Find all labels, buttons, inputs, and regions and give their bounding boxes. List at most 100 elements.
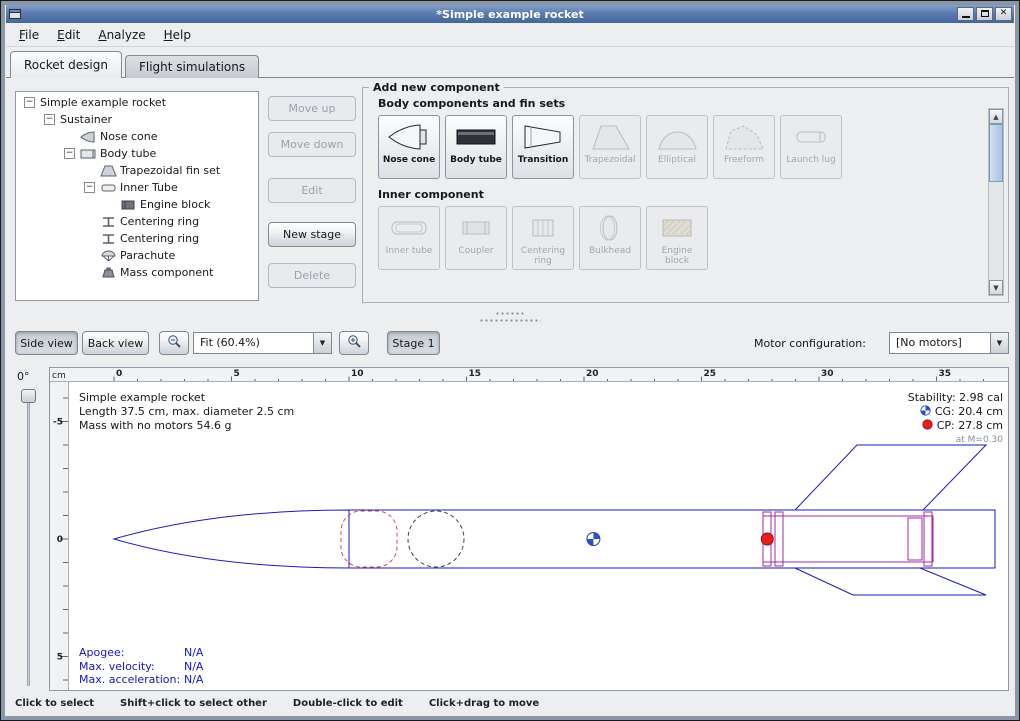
tree-item-label: Trapezoidal fin set <box>120 164 220 177</box>
cg-icon <box>920 405 931 420</box>
tree-item-label: Inner Tube <box>120 181 178 194</box>
menubar: FileEditAnalyzeHelp <box>6 23 1014 47</box>
tree-item-trapezoidal-fin-set[interactable]: Trapezoidal fin set <box>16 162 258 179</box>
scroll-down-button[interactable]: ▼ <box>989 280 1003 295</box>
button-label: Move up <box>289 102 336 115</box>
tree-item-parachute[interactable]: Parachute <box>16 247 258 264</box>
tree-item-sustainer[interactable]: −Sustainer <box>16 111 258 128</box>
tree-expander-icon[interactable]: − <box>44 114 55 125</box>
flight-stat-row: Apogee:N/A <box>79 646 203 660</box>
tree-expander-icon[interactable]: − <box>24 97 35 108</box>
window-menu-icon[interactable] <box>9 9 21 19</box>
palette-button-label: Launch lug <box>784 155 837 165</box>
splitter-handle[interactable] <box>6 307 1014 327</box>
motor-configuration-select[interactable]: [No motors] ▼ <box>889 332 1009 354</box>
palette-button-trapezoidal: Trapezoidal <box>579 115 641 179</box>
parachute-icon <box>100 250 120 262</box>
tree-item-simple-example-rocket[interactable]: −Simple example rocket <box>16 94 258 111</box>
tree-expander-icon[interactable]: − <box>84 182 95 193</box>
tab-flight-simulations[interactable]: Flight simulations <box>125 55 259 78</box>
delete-button: Delete <box>268 263 356 288</box>
chevron-down-icon[interactable]: ▼ <box>990 333 1008 353</box>
tree-item-body-tube[interactable]: − Body tube <box>16 145 258 162</box>
zoom-in-icon <box>347 334 362 352</box>
tree-item-centering-ring[interactable]: Centering ring <box>16 230 258 247</box>
flight-stat-value: N/A <box>184 673 203 686</box>
status-hint: Double-click to edit <box>293 698 403 709</box>
menu-edit[interactable]: Edit <box>48 25 89 45</box>
palette-button-label: Inner tube <box>384 246 435 256</box>
side-view-button[interactable]: Side view <box>15 331 78 355</box>
stability-text: Stability: 2.98 cal <box>908 391 1003 405</box>
centering-ring-icon <box>100 233 120 245</box>
scroll-up-button[interactable]: ▲ <box>989 109 1003 124</box>
tree-item-label: Centering ring <box>120 232 199 245</box>
scrollbar-thumb[interactable] <box>989 124 1003 182</box>
tree-item-centering-ring[interactable]: Centering ring <box>16 213 258 230</box>
cp-icon <box>922 419 933 434</box>
palette-button-engine-block: Engine block <box>646 206 708 270</box>
rocket-info: Simple example rocket Length 37.5 cm, ma… <box>79 391 294 433</box>
palette-button-body-tube[interactable]: Body tube <box>445 115 507 179</box>
rotation-slider-thumb[interactable] <box>21 389 36 403</box>
tree-item-nose-cone[interactable]: Nose cone <box>16 128 258 145</box>
new-stage-button[interactable]: New stage <box>268 222 356 247</box>
tab-rocket-design[interactable]: Rocket design <box>10 51 122 78</box>
menu-help[interactable]: Help <box>155 25 200 45</box>
minimize-button[interactable] <box>957 7 974 21</box>
svg-text:5: 5 <box>57 653 63 663</box>
minimize-icon <box>962 16 970 18</box>
tree-item-mass-component[interactable]: Mass component <box>16 264 258 281</box>
svg-text:5: 5 <box>234 369 240 379</box>
palette-button-label: Engine block <box>647 246 707 266</box>
maximize-button[interactable] <box>976 7 993 21</box>
button-label: Edit <box>301 184 322 197</box>
zoom-select[interactable]: Fit (60.4%) ▼ <box>193 332 332 354</box>
menu-analyze[interactable]: Analyze <box>89 25 154 45</box>
tree-item-inner-tube[interactable]: − Inner Tube <box>16 179 258 196</box>
coupler-icon <box>454 213 498 243</box>
tree-item-engine-block[interactable]: Engine block <box>16 196 258 213</box>
tree-item-label: Sustainer <box>60 113 112 126</box>
inner-tube-icon <box>387 213 431 243</box>
zoom-out-button[interactable] <box>159 331 189 355</box>
palette-group-title: Body components and fin sets <box>378 97 1008 110</box>
edit-button: Edit <box>268 178 356 203</box>
close-button[interactable]: ✕ <box>995 7 1012 21</box>
stage-1-toggle[interactable]: Stage 1 <box>387 331 440 355</box>
palette-scrollbar[interactable]: ▲ ▼ <box>988 108 1004 296</box>
back-view-button[interactable]: Back view <box>82 331 149 355</box>
button-label: Back view <box>88 337 144 350</box>
status-hint: Click to select <box>15 698 94 709</box>
zoom-in-button[interactable] <box>339 331 369 355</box>
mach-text: at M=0.30 <box>908 434 1003 448</box>
flight-stat-value: N/A <box>184 660 203 673</box>
inner-tube-icon <box>100 182 120 194</box>
centering-ring-icon <box>521 213 565 243</box>
rotation-slider-track[interactable] <box>27 391 30 686</box>
chevron-down-icon[interactable]: ▼ <box>313 333 331 353</box>
body-tube-icon <box>80 148 100 160</box>
engine-block-icon <box>655 213 699 243</box>
button-label: Stage 1 <box>392 337 434 350</box>
component-tree[interactable]: −Simple example rocket−SustainerNose con… <box>15 91 259 301</box>
palette-button-label: Nose cone <box>381 155 437 165</box>
palette-title: Add new component <box>369 81 504 94</box>
tree-expander-icon[interactable]: − <box>64 148 75 159</box>
svg-text:0: 0 <box>116 369 122 379</box>
menu-file[interactable]: File <box>10 25 48 45</box>
maximize-icon <box>981 10 989 17</box>
status-bar: Click to selectShift+click to select oth… <box>15 698 565 709</box>
nose-cone-icon <box>387 122 431 152</box>
rocket-dimensions: Length 37.5 cm, max. diameter 2.5 cm <box>79 405 294 419</box>
centering-ring-icon <box>100 216 120 228</box>
transition-icon <box>521 122 565 152</box>
palette-button-coupler: Coupler <box>445 206 507 270</box>
tree-item-label: Body tube <box>100 147 156 160</box>
palette-button-transition[interactable]: Transition <box>512 115 574 179</box>
flight-stat-label: Apogee: <box>79 646 184 660</box>
nose-cone-icon <box>80 131 100 143</box>
palette-button-label: Bulkhead <box>587 246 633 256</box>
palette-button-nose-cone[interactable]: Nose cone <box>378 115 440 179</box>
titlebar[interactable]: *Simple example rocket ✕ <box>6 5 1014 23</box>
